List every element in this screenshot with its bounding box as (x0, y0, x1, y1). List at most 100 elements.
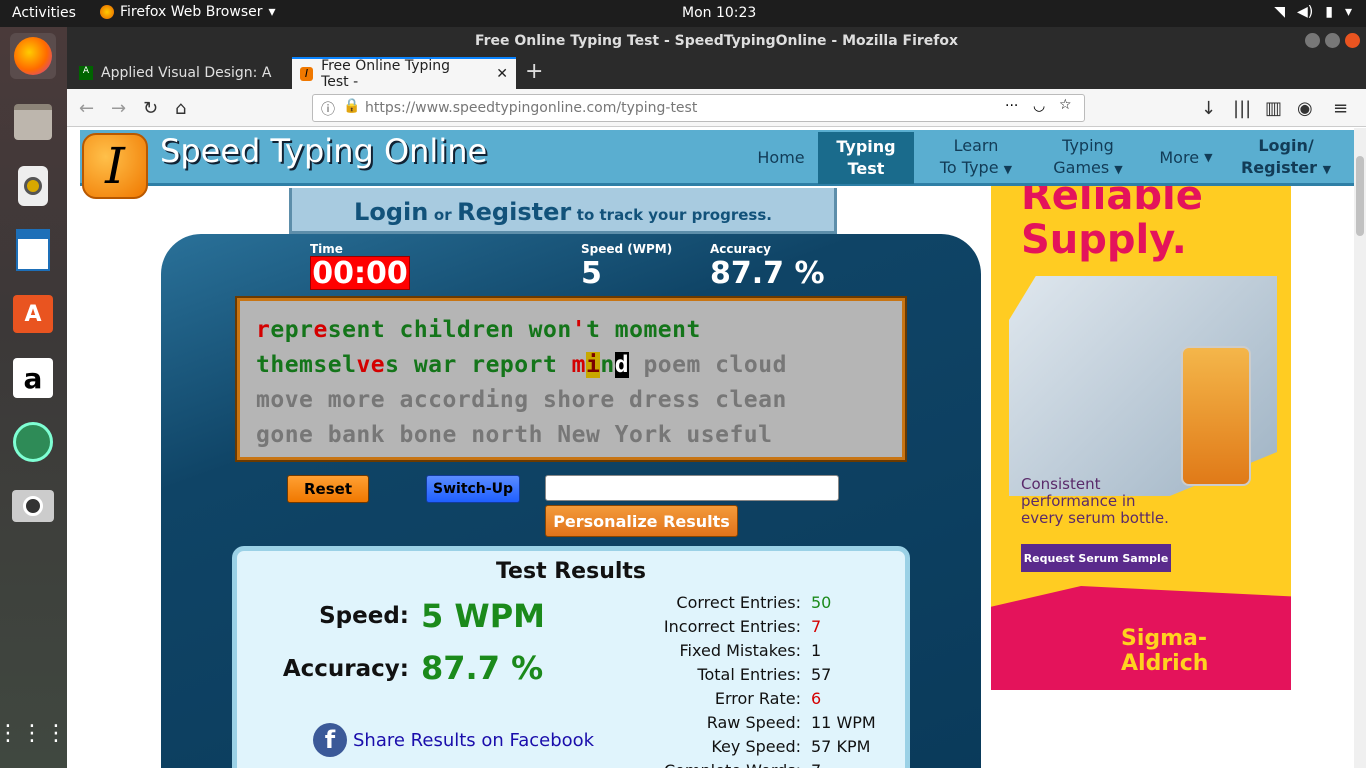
sidebar-icon[interactable]: ▥ (1265, 98, 1282, 119)
minimize-button[interactable] (1305, 33, 1320, 48)
accuracy-label: Accuracy (710, 242, 772, 256)
detail-label: Fixed Mistakes: (679, 641, 801, 660)
speaker-icon (18, 166, 48, 206)
test-results-panel: Test Results Speed: 5 WPM Accuracy: 87.7… (232, 546, 910, 768)
text-segment: e (313, 317, 328, 343)
switch-up-button[interactable]: Switch-Up (426, 475, 520, 503)
rhythmbox-launcher[interactable] (10, 163, 56, 209)
forward-button[interactable]: → (111, 98, 126, 119)
result-accuracy-label: Accuracy: (282, 656, 409, 682)
text-segment: d (614, 352, 630, 378)
login-prompt: Login or Register to track your progress… (289, 188, 837, 234)
files-icon (14, 104, 52, 140)
ad-cta-button[interactable]: Request Serum Sample (1021, 544, 1171, 572)
tab-applied-visual-design[interactable]: A Applied Visual Design: A (71, 57, 291, 89)
nav-learn-to-type[interactable]: Learn To Type ▼ (928, 130, 1024, 186)
caret-down-icon: ▼ (1114, 163, 1123, 176)
text-segment: p (284, 317, 300, 343)
speed-value: 5 (581, 256, 602, 291)
share-label: Share Results on Facebook (353, 729, 595, 751)
writer-launcher[interactable] (10, 227, 56, 273)
login-link[interactable]: Login (354, 198, 428, 226)
amazon-launcher[interactable]: a (10, 355, 56, 401)
system-tray[interactable]: ◥ ◀) ▮ ▾ (1274, 4, 1352, 20)
serum-bottle-image (1181, 346, 1251, 486)
menu-icon[interactable]: ≡ (1333, 98, 1348, 119)
info-icon[interactable]: ⓘ (321, 99, 335, 119)
home-button[interactable]: ⌂ (175, 98, 186, 119)
firefox-icon (100, 5, 114, 19)
text-segment: s war report (385, 352, 572, 378)
detail-value: 57 (811, 665, 832, 684)
app-menu[interactable]: Firefox Web Browser ▾ (100, 4, 276, 20)
scrollbar-thumb[interactable] (1356, 156, 1364, 236)
tab-typing-test[interactable]: I Free Online Typing Test - ✕ (292, 57, 516, 90)
atom-launcher[interactable] (10, 419, 56, 465)
text-line: gone bank bone north New York useful (256, 422, 773, 448)
detail-label: Incorrect Entries: (663, 617, 801, 636)
ad-subtext-line: performance in (1021, 492, 1136, 510)
nav-typing-test[interactable]: Typing Test (818, 132, 914, 184)
ad-headline-line: Supply. (1021, 217, 1187, 263)
nav-label: Typing (1062, 136, 1114, 155)
detail-label: Error Rate: (714, 689, 801, 708)
ad-subtext-line: every serum bottle. (1021, 509, 1169, 527)
downloads-icon[interactable]: ↓ (1201, 98, 1216, 119)
typing-test-panel: Time 00:00 Speed (WPM) 5 Accuracy 87.7 %… (161, 234, 981, 768)
new-tab-button[interactable]: + (525, 59, 543, 84)
time-label: Time (310, 242, 343, 256)
nav-typing-games[interactable]: Typing Games ▼ (1040, 130, 1136, 186)
text-segment: m (571, 352, 587, 378)
pocket-icon[interactable]: ◡ (1033, 98, 1045, 114)
personalize-results-button[interactable]: Personalize Results (545, 505, 738, 537)
chevron-down-icon: ▾ (1344, 4, 1352, 20)
page-actions-icon[interactable]: ··· (1005, 98, 1018, 114)
library-icon[interactable]: ||| (1233, 98, 1251, 119)
detail-value: 7 (811, 761, 821, 768)
close-tab-icon[interactable]: ✕ (496, 66, 508, 82)
ad-subtext: Consistent performance in every serum bott… (1021, 476, 1169, 527)
clock[interactable]: Mon 10:23 (682, 5, 756, 21)
software-launcher[interactable]: A (10, 291, 56, 337)
ad-brand: Sigma-Aldrich (1121, 626, 1209, 676)
show-apps-button[interactable]: ⋮⋮⋮ (0, 711, 67, 757)
share-facebook-link[interactable]: f Share Results on Facebook (313, 723, 594, 757)
nav-home[interactable]: Home (740, 130, 822, 186)
grid-icon: ⋮⋮⋮ (0, 721, 69, 746)
site-logo[interactable]: I (82, 133, 148, 199)
nav-more[interactable]: More ▼ (1146, 130, 1226, 186)
detail-label: Raw Speed: (706, 713, 801, 732)
site-name[interactable]: Speed Typing Online (160, 132, 487, 170)
logo-letter: I (105, 137, 125, 195)
register-link[interactable]: Register (457, 198, 571, 226)
atom-icon (13, 422, 53, 462)
text-segment: n (600, 352, 615, 378)
site-header: I Speed Typing Online Home Typing Test Le… (80, 130, 1354, 199)
url-bar[interactable]: ⓘ 🔒 https://www.speedtypingonline.com/ty… (312, 94, 1085, 122)
maximize-button[interactable] (1325, 33, 1340, 48)
back-button[interactable]: ← (79, 98, 94, 119)
tab-label: Free Online Typing Test - (321, 58, 451, 90)
close-button[interactable] (1345, 33, 1360, 48)
typing-input[interactable] (545, 475, 839, 501)
wifi-icon: ◥ (1274, 4, 1286, 20)
camera-launcher[interactable] (10, 483, 56, 529)
page-scrollbar[interactable] (1354, 128, 1366, 768)
detail-value: 11 WPM (811, 713, 876, 732)
files-launcher[interactable] (10, 99, 56, 145)
detail-label: Complete Words: (625, 761, 801, 768)
detail-value: 1 (811, 641, 822, 660)
activities-button[interactable]: Activities (12, 5, 76, 21)
firefox-launcher[interactable] (10, 33, 56, 79)
account-icon[interactable]: ◉ (1297, 98, 1313, 119)
nav-login-register[interactable]: Login/Register ▼ (1234, 130, 1338, 186)
bookmark-star-icon[interactable]: ☆ (1059, 97, 1072, 113)
typing-text-area[interactable]: represent children won't moment themselv… (237, 298, 905, 460)
result-speed-value: 5 WPM (421, 597, 545, 635)
reset-button[interactable]: Reset (287, 475, 369, 503)
camera-icon (12, 490, 54, 522)
advertisement[interactable]: Reliable Supply. Consistent performance in… (991, 186, 1291, 690)
window-title: Free Online Typing Test - SpeedTypingOnl… (474, 33, 959, 49)
nav-label: To Type (939, 158, 999, 177)
reload-button[interactable]: ↻ (143, 98, 158, 119)
